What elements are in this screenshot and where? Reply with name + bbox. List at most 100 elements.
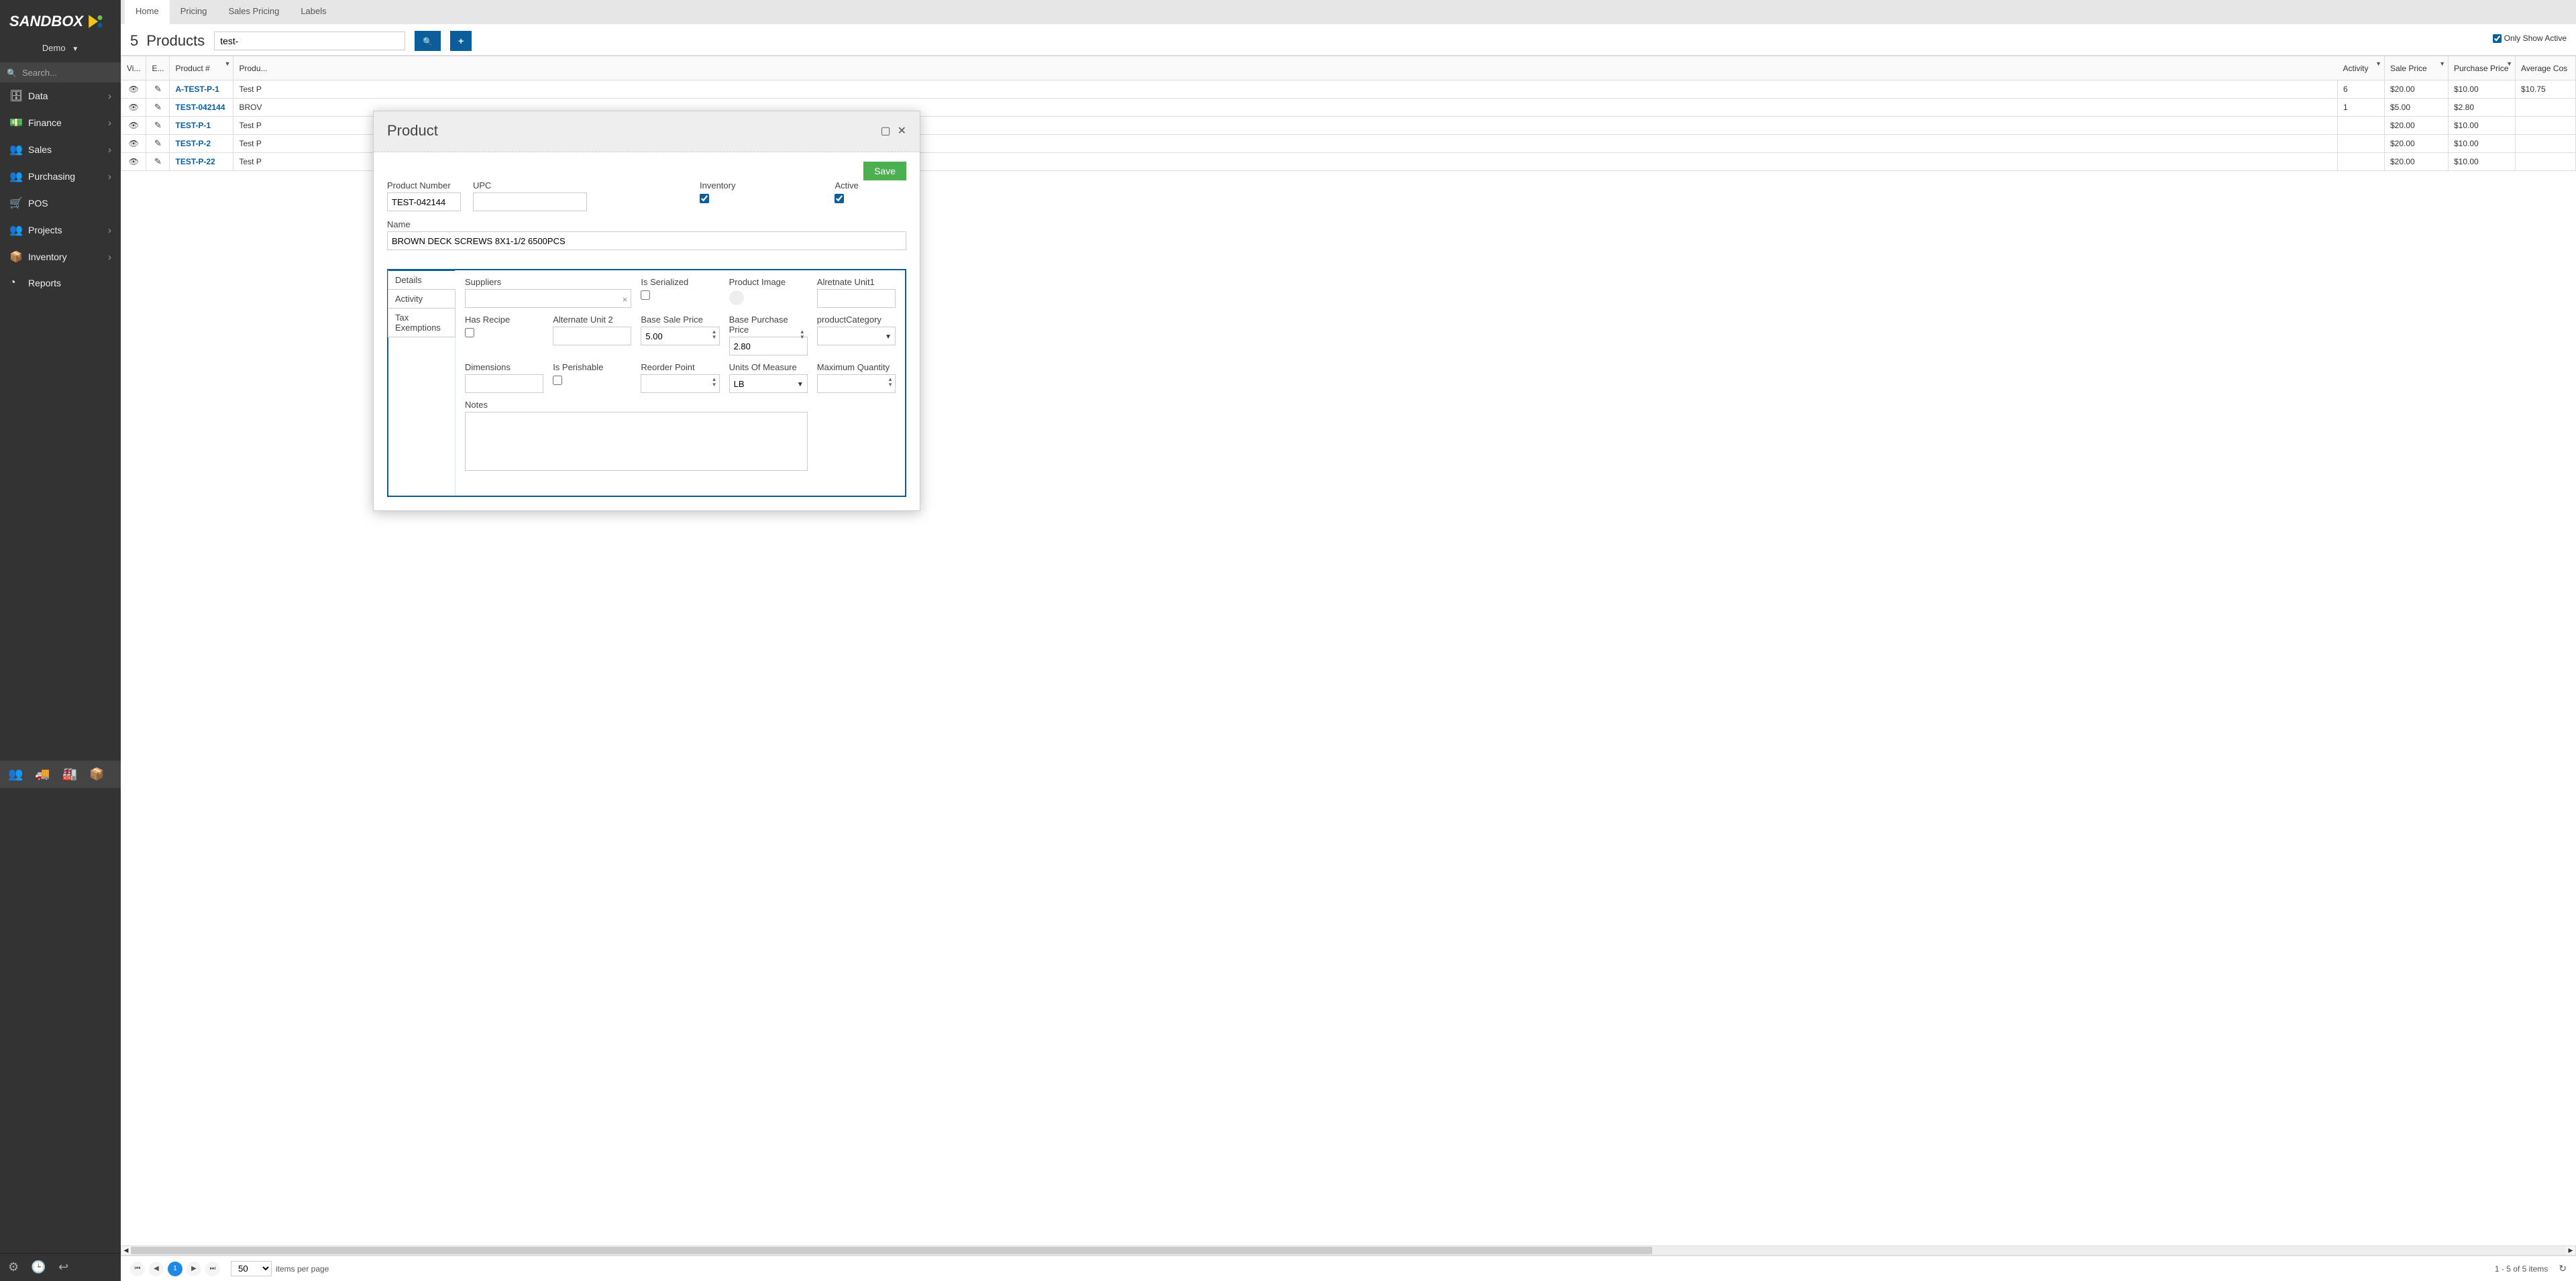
col-header[interactable]: Vi...	[121, 56, 146, 80]
alt-unit2-input[interactable]	[553, 327, 631, 345]
horizontal-scrollbar[interactable]: ◀ ▶	[121, 1245, 2576, 1256]
has-recipe-checkbox[interactable]	[465, 328, 474, 337]
truck-icon[interactable]	[35, 767, 50, 781]
tab-labels[interactable]: Labels	[290, 0, 337, 24]
dimensions-input[interactable]	[465, 374, 543, 393]
max-qty-input[interactable]	[817, 374, 896, 393]
chevron-right-icon	[108, 91, 111, 102]
product-search-input[interactable]	[214, 32, 405, 50]
is-serialized-checkbox[interactable]	[641, 290, 650, 300]
spinner-arrows-icon[interactable]: ▲▼	[712, 377, 717, 388]
product-number-cell[interactable]: TEST-P-1	[170, 117, 233, 135]
pager-next-button[interactable]: ▶	[186, 1262, 201, 1276]
view-button[interactable]	[121, 117, 146, 135]
inventory-checkbox[interactable]	[700, 194, 709, 203]
org-selector[interactable]: Demo	[0, 38, 121, 62]
close-icon[interactable]	[898, 124, 906, 137]
col-header[interactable]: Product #	[170, 56, 233, 80]
detail-tab-details[interactable]: Details	[388, 270, 455, 290]
pager-last-button[interactable]: ⏭	[205, 1262, 220, 1276]
detail-tab-activity[interactable]: Activity	[388, 289, 455, 309]
tab-home[interactable]: Home	[125, 0, 170, 24]
only-show-active[interactable]: Only Show Active	[2493, 34, 2567, 43]
grid-wrap: Vi...E...Product #Produ...ActivitySale P…	[121, 55, 2576, 1245]
product-number-cell[interactable]: A-TEST-P-1	[170, 80, 233, 99]
users-icon[interactable]	[8, 767, 23, 781]
col-header[interactable]: Produ...	[233, 56, 273, 80]
spinner-arrows-icon[interactable]: ▲▼	[800, 329, 805, 340]
scroll-thumb[interactable]	[131, 1247, 1652, 1254]
nav-item-purchasing[interactable]: Purchasing	[0, 163, 121, 190]
nav-item-projects[interactable]: Projects	[0, 217, 121, 243]
nav-item-pos[interactable]: POS	[0, 190, 121, 217]
product-number-cell[interactable]: TEST-P-22	[170, 153, 233, 171]
scroll-left-arrow-icon[interactable]: ◀	[121, 1246, 131, 1255]
filter-icon[interactable]	[225, 58, 231, 68]
product-number-cell[interactable]: TEST-042144	[170, 99, 233, 117]
filter-icon[interactable]	[2439, 58, 2445, 68]
scroll-right-arrow-icon[interactable]: ▶	[2566, 1246, 2575, 1255]
logout-icon[interactable]	[58, 1260, 68, 1274]
product-number-cell[interactable]: TEST-P-2	[170, 135, 233, 153]
col-header[interactable]: Purchase Price	[2449, 56, 2516, 80]
edit-button[interactable]	[146, 153, 170, 171]
view-button[interactable]	[121, 80, 146, 99]
edit-button[interactable]	[146, 135, 170, 153]
col-header[interactable]: E...	[146, 56, 170, 80]
spinner-arrows-icon[interactable]: ▲▼	[888, 377, 893, 388]
nav-label: Projects	[28, 225, 108, 235]
base-purchase-input[interactable]	[729, 337, 808, 355]
pager-first-button[interactable]: ⏮	[130, 1262, 145, 1276]
col-header[interactable]: Activity	[2338, 56, 2385, 80]
edit-button[interactable]	[146, 99, 170, 117]
suppliers-input[interactable]	[465, 289, 631, 308]
spinner-arrows-icon[interactable]: ▲▼	[712, 329, 717, 340]
alt-unit1-input[interactable]	[817, 289, 896, 308]
category-select[interactable]	[817, 327, 896, 345]
edit-button[interactable]	[146, 80, 170, 99]
refresh-icon[interactable]	[2559, 1263, 2567, 1274]
industry-icon[interactable]	[62, 767, 77, 781]
view-button[interactable]	[121, 99, 146, 117]
col-header[interactable]: Sale Price	[2385, 56, 2449, 80]
add-product-button[interactable]	[450, 31, 472, 51]
uom-select[interactable]	[729, 374, 808, 393]
filter-icon[interactable]	[2506, 58, 2512, 68]
nav-item-sales[interactable]: Sales	[0, 136, 121, 163]
gear-icon[interactable]	[8, 1260, 19, 1274]
base-sale-input[interactable]	[641, 327, 719, 345]
reorder-input[interactable]	[641, 374, 719, 393]
clear-icon[interactable]: ×	[623, 294, 628, 304]
pager-current-page[interactable]: 1	[168, 1262, 182, 1276]
search-button[interactable]	[415, 31, 441, 51]
tab-pricing[interactable]: Pricing	[170, 0, 218, 24]
product-number-input[interactable]	[387, 192, 461, 211]
maximize-icon[interactable]	[880, 124, 890, 137]
image-placeholder-icon[interactable]	[729, 290, 744, 305]
nav-item-data[interactable]: Data	[0, 82, 121, 109]
nav-item-finance[interactable]: Finance	[0, 109, 121, 136]
clock-icon[interactable]	[31, 1260, 46, 1274]
page-size-select[interactable]: 50	[231, 1261, 272, 1276]
edit-button[interactable]	[146, 117, 170, 135]
nav-item-reports[interactable]: Reports	[0, 270, 121, 296]
nav-item-inventory[interactable]: Inventory	[0, 243, 121, 270]
upc-input[interactable]	[473, 192, 587, 211]
field-product-image: Product Image	[729, 277, 808, 308]
notes-textarea[interactable]	[465, 412, 808, 471]
view-button[interactable]	[121, 153, 146, 171]
view-button[interactable]	[121, 135, 146, 153]
detail-tab-tax-exemptions[interactable]: Tax Exemptions	[388, 308, 455, 337]
filter-icon[interactable]	[2375, 58, 2381, 68]
only-show-active-checkbox[interactable]	[2493, 34, 2502, 43]
col-header[interactable]: Average Cos	[2516, 56, 2576, 80]
active-checkbox[interactable]	[835, 194, 844, 203]
perishable-checkbox[interactable]	[553, 376, 562, 385]
pager-prev-button[interactable]: ◀	[149, 1262, 164, 1276]
sidebar-search-input[interactable]	[22, 68, 114, 78]
archive-icon[interactable]	[89, 767, 104, 781]
tab-sales-pricing[interactable]: Sales Pricing	[217, 0, 290, 24]
name-input[interactable]	[387, 231, 906, 250]
save-button[interactable]: Save	[863, 162, 906, 180]
sidebar-search[interactable]	[0, 62, 121, 82]
